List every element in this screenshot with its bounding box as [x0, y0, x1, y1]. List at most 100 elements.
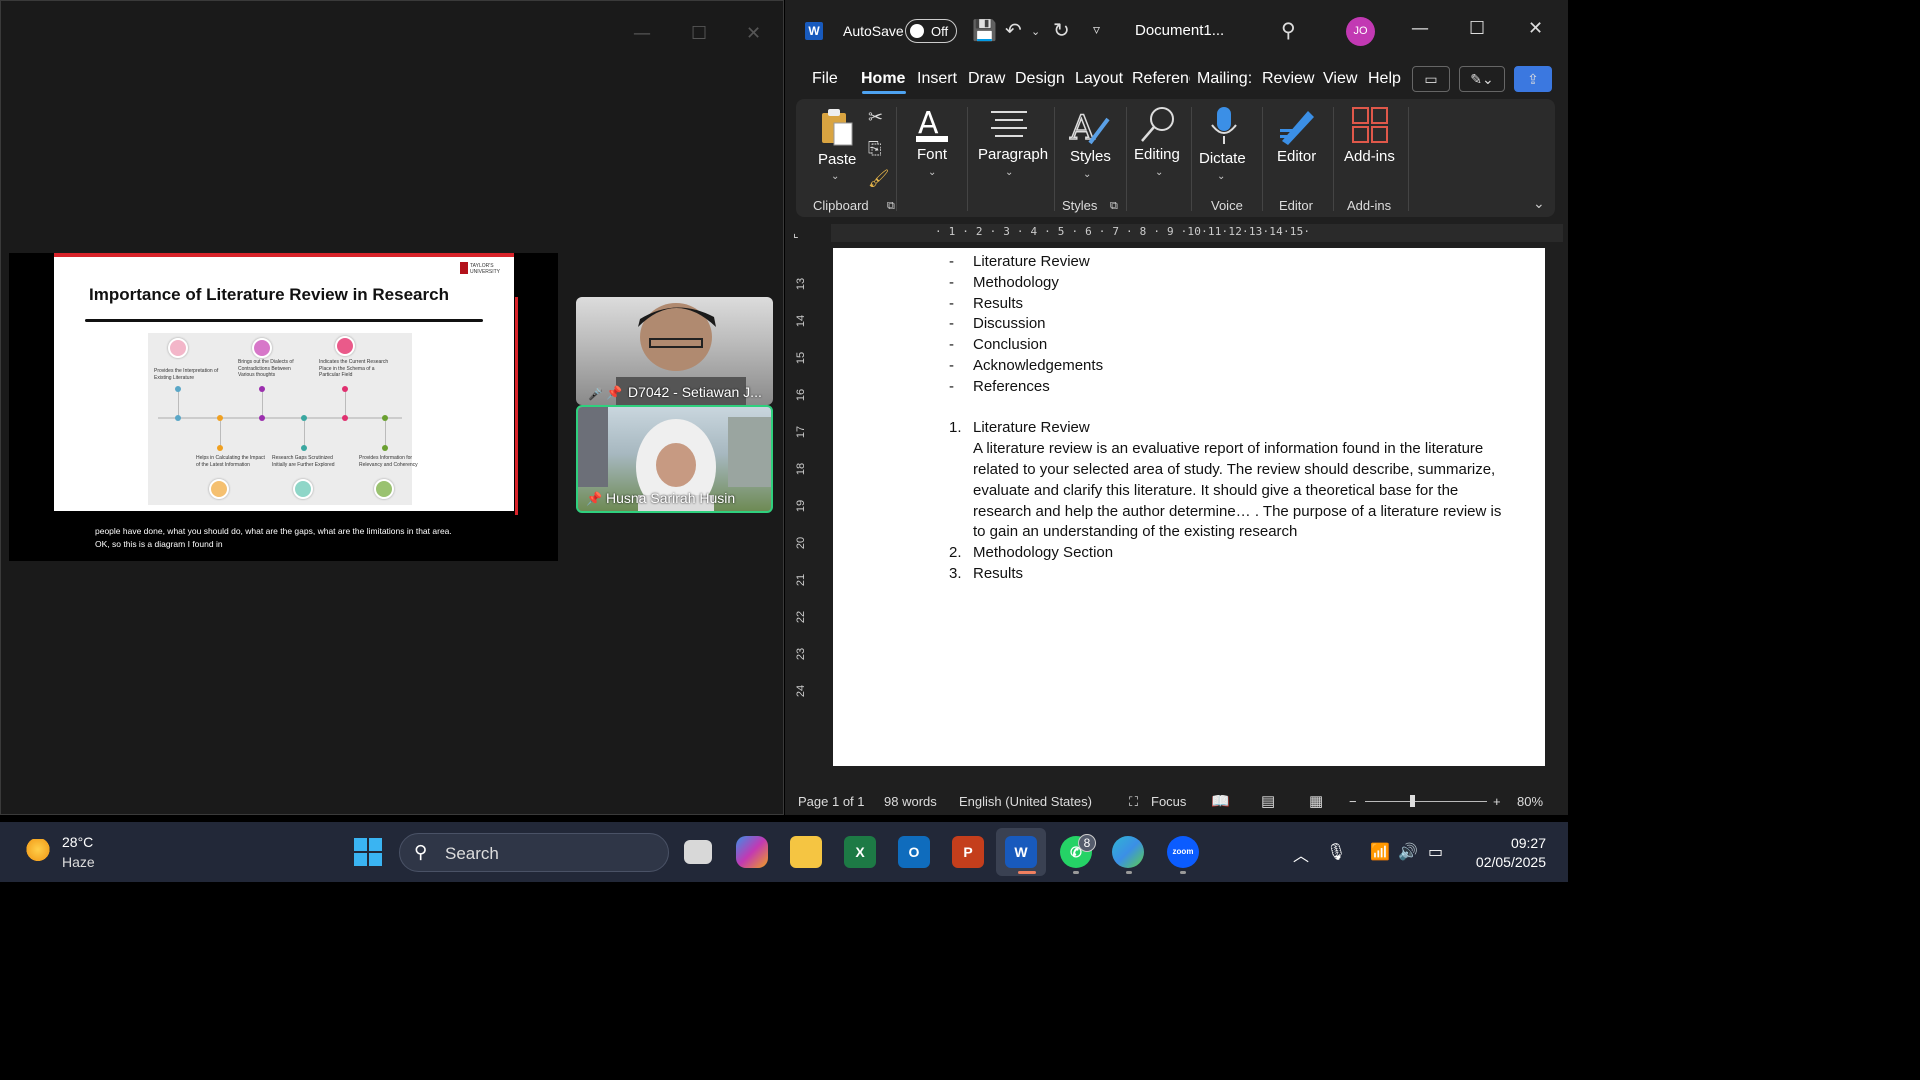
- close-icon[interactable]: ✕: [746, 23, 761, 44]
- weather-temperature[interactable]: 28°C: [62, 834, 93, 850]
- timeline-icon: [252, 338, 272, 358]
- participant-video-tile-active-speaker[interactable]: 📌 Husna Sarirah Husin: [576, 405, 773, 513]
- save-icon[interactable]: 💾: [972, 18, 997, 42]
- print-layout-icon[interactable]: ▤: [1261, 792, 1275, 810]
- task-view-icon[interactable]: [684, 840, 712, 864]
- font-group[interactable]: A Font ⌄: [896, 99, 966, 217]
- show-hidden-icons[interactable]: ︿: [1293, 842, 1309, 866]
- tab-selector-icon[interactable]: ⌞: [793, 226, 799, 240]
- participant-video-tile[interactable]: 🎤 📌 D7042 - Setiawan J...: [576, 297, 773, 405]
- user-avatar[interactable]: JO: [1346, 17, 1375, 46]
- tab-review[interactable]: Review: [1262, 70, 1314, 88]
- zoom-out-icon[interactable]: −: [1349, 794, 1357, 809]
- zoom-level[interactable]: 80%: [1517, 794, 1543, 809]
- start-icon[interactable]: [354, 838, 382, 866]
- format-painter-icon[interactable]: 🖌: [868, 169, 890, 189]
- file-explorer-icon[interactable]: [790, 836, 822, 868]
- numbered-item: 1. Literature Review: [949, 419, 1090, 437]
- timeline-label: Provides the Interpretation of Existing …: [154, 368, 219, 381]
- search-icon[interactable]: ⚲: [1281, 18, 1296, 42]
- clock[interactable]: 09:27 02/05/2025: [1466, 834, 1546, 872]
- undo-dropdown-icon[interactable]: ⌄: [1031, 25, 1040, 38]
- dialog-launcher-icon[interactable]: ⧉: [1110, 200, 1118, 213]
- tab-draw[interactable]: Draw: [968, 70, 1005, 88]
- taskbar-search[interactable]: ⚲ Search: [399, 833, 669, 872]
- outlook-icon[interactable]: O: [898, 836, 930, 868]
- document-page[interactable]: - Literature Review - Methodology - Results…: [833, 248, 1545, 766]
- slide-title: Importance of Literature Review in Resea…: [89, 285, 449, 304]
- timeline-icon: [335, 336, 355, 356]
- paste-icon[interactable]: [820, 107, 856, 147]
- word-logo-icon: W: [805, 22, 823, 40]
- title-bar: W AutoSave Off 💾 ↶ ⌄ ↻ ▿ Document1... ⚲ …: [785, 0, 1568, 62]
- tab-references[interactable]: Referenc: [1132, 70, 1190, 88]
- cut-icon[interactable]: ✂: [868, 107, 883, 128]
- tab-view[interactable]: View: [1323, 70, 1357, 88]
- battery-icon[interactable]: ▭: [1428, 842, 1443, 861]
- zoom-in-icon[interactable]: +: [1493, 794, 1501, 809]
- document-body[interactable]: - Literature Review - Methodology - Results…: [833, 252, 1545, 585]
- minimize-icon[interactable]: —: [633, 23, 651, 44]
- tab-design[interactable]: Design: [1015, 70, 1065, 88]
- presentation-slide: TAYLOR'S UNIVERSITY Importance of Litera…: [54, 253, 518, 515]
- read-mode-icon[interactable]: 📖: [1211, 792, 1230, 810]
- zoom-slider[interactable]: [1365, 795, 1487, 807]
- page-count[interactable]: Page 1 of 1: [798, 794, 865, 809]
- tab-home[interactable]: Home: [861, 70, 905, 88]
- timeline-label: Brings out the Dialects of Contradiction…: [238, 359, 294, 378]
- timeline-node: [175, 415, 181, 421]
- styles-group-label: Styles: [1062, 198, 1098, 213]
- list-item: - References: [949, 377, 1050, 395]
- editing-mode-button[interactable]: ✎⌄: [1459, 66, 1505, 92]
- microphone-icon[interactable]: [1209, 105, 1239, 147]
- word-icon[interactable]: W: [1005, 836, 1037, 868]
- word-count[interactable]: 98 words: [884, 794, 937, 809]
- timeline-node: [175, 386, 181, 392]
- tab-help[interactable]: Help: [1368, 70, 1401, 88]
- vertical-scrollbar[interactable]: [1545, 248, 1565, 786]
- maximize-icon[interactable]: ☐: [691, 23, 707, 44]
- dialog-launcher-icon[interactable]: ⧉: [887, 200, 895, 213]
- copilot-icon[interactable]: [736, 836, 768, 868]
- participant-name: Husna Sarirah Husin: [606, 490, 736, 506]
- addins-icon[interactable]: [1352, 107, 1388, 143]
- share-button[interactable]: ⇪: [1514, 66, 1552, 92]
- focus-icon[interactable]: ⛶: [1129, 794, 1138, 810]
- maximize-icon[interactable]: ☐: [1469, 18, 1485, 39]
- powerpoint-icon[interactable]: P: [952, 836, 984, 868]
- comments-button[interactable]: ▭: [1412, 66, 1450, 92]
- timeline-icon: [168, 338, 188, 358]
- zoom-app-icon[interactable]: zoom: [1167, 836, 1199, 868]
- volume-icon[interactable]: 🔊: [1398, 842, 1418, 861]
- weather-icon[interactable]: [24, 839, 52, 865]
- editor-icon[interactable]: [1278, 107, 1318, 145]
- collapse-ribbon-icon[interactable]: ⌄: [1533, 195, 1545, 212]
- tab-mailings[interactable]: Mailing:: [1197, 70, 1255, 88]
- tab-file[interactable]: File: [812, 70, 838, 88]
- paragraph-group[interactable]: Paragraph ⌄: [967, 99, 1053, 217]
- editing-group[interactable]: Editing ⌄: [1126, 99, 1190, 217]
- weather-condition[interactable]: Haze: [62, 854, 95, 870]
- language-status[interactable]: English (United States): [959, 794, 1092, 809]
- customize-toolbar-icon[interactable]: ▿: [1093, 22, 1100, 38]
- styles-icon[interactable]: A: [1068, 105, 1110, 147]
- microphone-tray-icon[interactable]: 🎙: [1326, 842, 1346, 861]
- copy-icon[interactable]: ⎘: [868, 139, 882, 159]
- web-layout-icon[interactable]: ▦: [1309, 792, 1323, 810]
- focus-button[interactable]: Focus: [1151, 794, 1186, 809]
- undo-icon[interactable]: ↶: [1005, 18, 1022, 42]
- excel-icon[interactable]: X: [844, 836, 876, 868]
- tab-layout[interactable]: Layout: [1075, 70, 1123, 88]
- timeline-node: [217, 445, 223, 451]
- document-title[interactable]: Document1...: [1135, 22, 1224, 39]
- editor-group-label: Editor: [1279, 198, 1313, 213]
- autosave-toggle[interactable]: Off: [905, 19, 957, 43]
- edge-icon[interactable]: [1112, 836, 1144, 868]
- minimize-icon[interactable]: —: [1411, 18, 1429, 39]
- tab-insert[interactable]: Insert: [917, 70, 957, 88]
- timeline-label: Helps in Calculating the Impact of the L…: [196, 455, 265, 468]
- wifi-icon[interactable]: 📶: [1370, 842, 1390, 861]
- voice-group: Dictate ⌄ Voice: [1191, 99, 1261, 217]
- redo-icon[interactable]: ↻: [1053, 18, 1070, 42]
- close-icon[interactable]: ✕: [1528, 18, 1543, 39]
